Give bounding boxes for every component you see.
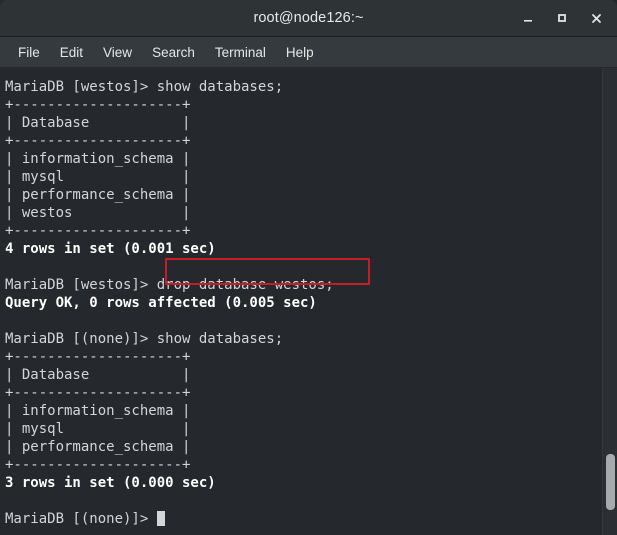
menu-item-terminal[interactable]: Terminal xyxy=(205,42,276,63)
terminal-window: root@node126:~ File Edit View Search Ter… xyxy=(0,0,617,535)
terminal-line: 4 rows in set (0.001 sec) xyxy=(5,241,216,257)
close-icon xyxy=(590,12,603,25)
scrollbar-thumb[interactable] xyxy=(606,454,615,510)
window-controls xyxy=(513,0,611,36)
terminal-line: MariaDB [(none)]> show databases; xyxy=(5,331,284,347)
terminal-line: MariaDB [westos]> show databases; xyxy=(5,79,284,95)
maximize-icon xyxy=(556,12,568,24)
minimize-button[interactable] xyxy=(513,5,543,31)
terminal-line: | information_schema | xyxy=(5,151,191,167)
menu-item-help[interactable]: Help xyxy=(276,42,324,63)
terminal-line: | performance_schema | xyxy=(5,187,191,203)
titlebar[interactable]: root@node126:~ xyxy=(0,0,617,37)
terminal-line: | Database | xyxy=(5,115,191,131)
terminal-line: Query OK, 0 rows affected (0.005 sec) xyxy=(5,295,317,311)
close-button[interactable] xyxy=(581,5,611,31)
terminal-line: MariaDB [(none)]> xyxy=(5,510,595,528)
terminal-viewport[interactable]: MariaDB [westos]> show databases; +------… xyxy=(0,68,617,535)
menubar: File Edit View Search Terminal Help xyxy=(0,37,617,68)
menu-item-search[interactable]: Search xyxy=(142,42,205,63)
terminal-line: | performance_schema | xyxy=(5,439,191,455)
terminal-line: +--------------------+ xyxy=(5,457,191,473)
menu-item-file[interactable]: File xyxy=(8,42,50,63)
menu-item-edit[interactable]: Edit xyxy=(50,42,93,63)
terminal-line: +--------------------+ xyxy=(5,385,191,401)
menu-item-view[interactable]: View xyxy=(93,42,142,63)
terminal-line: +--------------------+ xyxy=(5,97,191,113)
minimize-icon xyxy=(522,12,534,24)
terminal-line: | mysql | xyxy=(5,421,191,437)
terminal-cursor xyxy=(156,511,166,526)
maximize-button[interactable] xyxy=(547,5,577,31)
terminal-line: | westos | xyxy=(5,205,191,221)
terminal-line: | Database | xyxy=(5,367,191,383)
terminal-line: MariaDB [westos]> drop database westos; xyxy=(5,277,334,293)
terminal-line: | mysql | xyxy=(5,169,191,185)
terminal-output: MariaDB [westos]> show databases; +------… xyxy=(5,78,595,535)
terminal-scrollbar[interactable] xyxy=(602,68,617,535)
terminal-line: 3 rows in set (0.000 sec) xyxy=(5,475,216,491)
terminal-line: +--------------------+ xyxy=(5,223,191,239)
terminal-line: | information_schema | xyxy=(5,403,191,419)
terminal-line: +--------------------+ xyxy=(5,133,191,149)
terminal-line: +--------------------+ xyxy=(5,349,191,365)
